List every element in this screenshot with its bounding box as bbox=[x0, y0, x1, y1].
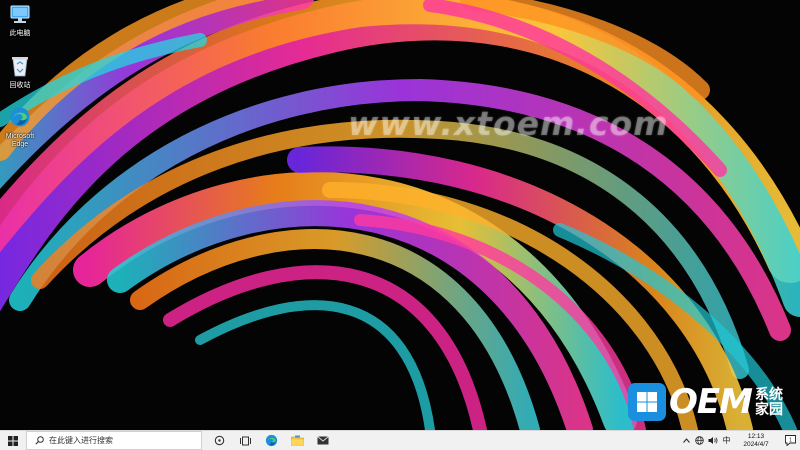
desktop-icon-label: 回收站 bbox=[9, 82, 31, 89]
file-explorer-icon bbox=[290, 435, 304, 446]
taskbar: 在此键入进行搜索 中 12:13 2024/4/7 1 bbox=[0, 430, 800, 450]
task-view-icon bbox=[214, 435, 224, 446]
network-button[interactable] bbox=[693, 431, 706, 450]
file-explorer-button[interactable] bbox=[284, 431, 310, 450]
edge-icon bbox=[265, 434, 277, 447]
notification-icon: 1 bbox=[784, 435, 796, 446]
watermark-text: www.xtoem.com bbox=[348, 104, 669, 143]
edge-taskbar-button[interactable] bbox=[258, 431, 284, 450]
oem-logo-text: OEM bbox=[669, 382, 753, 422]
desktop: www.xtoem.com 此电脑 回收站 Microsoft Edge OEM… bbox=[0, 0, 800, 430]
windows-start-icon bbox=[8, 435, 18, 446]
input-method-label: 中 bbox=[722, 436, 731, 445]
chevron-up-icon bbox=[683, 438, 690, 443]
clock-date: 2024/4/7 bbox=[743, 440, 769, 448]
desktop-icon-recycle-bin[interactable]: 回收站 bbox=[0, 55, 40, 90]
globe-icon bbox=[695, 436, 704, 445]
desktop-icon-label: 此电脑 bbox=[9, 30, 31, 37]
wallpaper bbox=[0, 0, 800, 430]
recycle-bin-icon bbox=[0, 55, 40, 80]
clock[interactable]: 12:13 2024/4/7 bbox=[736, 433, 776, 449]
search-box[interactable]: 在此键入进行搜索 bbox=[26, 431, 202, 450]
desktop-icon-this-pc[interactable]: 此电脑 bbox=[0, 5, 40, 38]
mail-icon bbox=[317, 436, 329, 445]
mail-button[interactable] bbox=[310, 431, 336, 450]
desktop-icon-edge[interactable]: Microsoft Edge bbox=[0, 106, 40, 149]
windows-logo-icon bbox=[628, 383, 666, 421]
multitask-button[interactable] bbox=[232, 431, 258, 450]
oem-logo-sub-line1: 系统 bbox=[754, 386, 783, 402]
multitask-icon bbox=[239, 436, 251, 445]
clock-time: 12:13 bbox=[747, 432, 765, 440]
task-view-button[interactable] bbox=[206, 431, 232, 450]
search-icon bbox=[35, 436, 44, 445]
search-placeholder: 在此键入进行搜索 bbox=[49, 436, 113, 445]
input-method-button[interactable]: 中 bbox=[719, 431, 734, 450]
show-hidden-icons-button[interactable] bbox=[680, 431, 693, 450]
speaker-icon bbox=[708, 437, 717, 444]
oem-logo-subtitle: 系统 家园 bbox=[755, 387, 783, 417]
volume-button[interactable] bbox=[706, 431, 719, 450]
start-button[interactable] bbox=[0, 431, 26, 450]
computer-icon bbox=[0, 5, 40, 28]
edge-icon bbox=[0, 106, 40, 131]
desktop-icon-label: Microsoft Edge bbox=[5, 133, 35, 148]
oem-logo-sub-line2: 家园 bbox=[754, 401, 783, 417]
oem-logo: OEM 系统 家园 bbox=[628, 382, 783, 422]
notification-center-button[interactable]: 1 bbox=[780, 431, 800, 450]
notification-count: 1 bbox=[789, 437, 792, 443]
